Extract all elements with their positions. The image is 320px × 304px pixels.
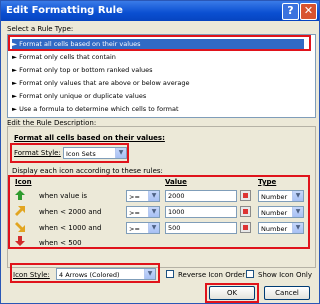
column-header-type: Type xyxy=(258,178,277,186)
column-header-value: Value xyxy=(165,178,187,186)
title-bar[interactable]: Edit Formatting Rule ? ✕ xyxy=(1,1,319,21)
row-1-operator-select[interactable]: >= ▼ xyxy=(126,190,160,202)
edit-formatting-rule-dialog: Edit Formatting Rule ? ✕ Select a Rule T… xyxy=(0,0,320,304)
chevron-down-icon[interactable]: ▼ xyxy=(292,191,303,201)
rule-type-item-label: Use a formula to determine which cells t… xyxy=(19,105,179,113)
rule-type-item-label: Format only top or bottom ranked values xyxy=(19,66,153,74)
highlight-ok-button xyxy=(205,283,259,303)
chevron-down-icon[interactable]: ▼ xyxy=(148,207,159,217)
chevron-down-icon[interactable]: ▼ xyxy=(292,223,303,233)
row-2-type: Number xyxy=(261,209,288,217)
range-picker-icon[interactable] xyxy=(240,190,251,201)
row-3-value: 500 xyxy=(168,224,181,232)
rule-type-item-label: Format only unique or duplicate values xyxy=(19,92,147,100)
chevron-down-icon[interactable]: ▼ xyxy=(148,223,159,233)
range-picker-icon[interactable] xyxy=(240,222,251,233)
dialog-title: Edit Formatting Rule xyxy=(6,5,123,16)
reverse-icon-order-label: Reverse Icon Order xyxy=(178,271,246,279)
show-icon-only-checkbox[interactable] xyxy=(246,270,254,278)
rule-description-panel: Format all cells based on their values: … xyxy=(7,126,316,268)
arrow-up-icon xyxy=(15,190,25,200)
chevron-down-icon[interactable]: ▼ xyxy=(292,207,303,217)
chevron-down-icon[interactable]: ▼ xyxy=(148,191,159,201)
arrow-down-icon xyxy=(15,236,25,246)
row-3-type-select[interactable]: Number ▼ xyxy=(258,222,304,234)
row-1-value: 2000 xyxy=(168,192,185,200)
row-3-condition: when < 1000 and xyxy=(39,224,102,232)
row-1-condition: when value is xyxy=(39,192,88,200)
rule-type-label: Select a Rule Type: xyxy=(7,25,74,33)
range-picker-icon[interactable] xyxy=(240,206,251,217)
row-1-operator: >= xyxy=(129,193,140,201)
display-rules-text: Display each icon according to these rul… xyxy=(12,167,163,175)
row-4-condition: when < 500 xyxy=(39,239,82,247)
row-2-condition: when < 2000 and xyxy=(39,208,102,216)
rule-type-item-ranked[interactable]: ► Format only top or bottom ranked value… xyxy=(12,65,304,76)
arrow-up-right-icon xyxy=(15,206,25,216)
cancel-button[interactable]: Cancel xyxy=(264,286,310,300)
row-3-type: Number xyxy=(261,225,288,233)
row-2-operator: >= xyxy=(129,209,140,217)
row-3-operator-select[interactable]: >= ▼ xyxy=(126,222,160,234)
rule-type-item-label: Format only cells that contain xyxy=(19,53,116,61)
rule-type-item-average[interactable]: ► Format only values that are above or b… xyxy=(12,78,304,89)
row-1-type: Number xyxy=(261,193,288,201)
rule-type-item-formula[interactable]: ► Use a formula to determine which cells… xyxy=(12,104,304,115)
row-1-value-input[interactable]: 2000 xyxy=(165,190,237,202)
row-3-value-input[interactable]: 500 xyxy=(165,222,237,234)
show-icon-only-label: Show Icon Only xyxy=(258,271,313,279)
highlight-rule-type xyxy=(8,35,311,51)
description-heading: Format all cells based on their values: xyxy=(14,134,165,142)
row-1-type-select[interactable]: Number ▼ xyxy=(258,190,304,202)
close-button[interactable]: ✕ xyxy=(300,3,317,20)
arrow-down-right-icon xyxy=(15,222,25,232)
column-header-icon: Icon xyxy=(15,178,32,186)
row-2-value-input[interactable]: 1000 xyxy=(165,206,237,218)
row-2-value: 1000 xyxy=(168,208,185,216)
highlight-icon-style xyxy=(10,263,160,283)
row-3-operator: >= xyxy=(129,225,140,233)
help-button[interactable]: ? xyxy=(282,3,299,20)
reverse-icon-order-checkbox[interactable] xyxy=(166,270,174,278)
highlight-format-style xyxy=(10,143,129,163)
row-2-type-select[interactable]: Number ▼ xyxy=(258,206,304,218)
rule-type-item-unique[interactable]: ► Format only unique or duplicate values xyxy=(12,91,304,102)
rule-type-item-label: Format only values that are above or bel… xyxy=(19,79,190,87)
row-2-operator-select[interactable]: >= ▼ xyxy=(126,206,160,218)
rule-type-item-contain[interactable]: ► Format only cells that contain xyxy=(12,52,304,63)
